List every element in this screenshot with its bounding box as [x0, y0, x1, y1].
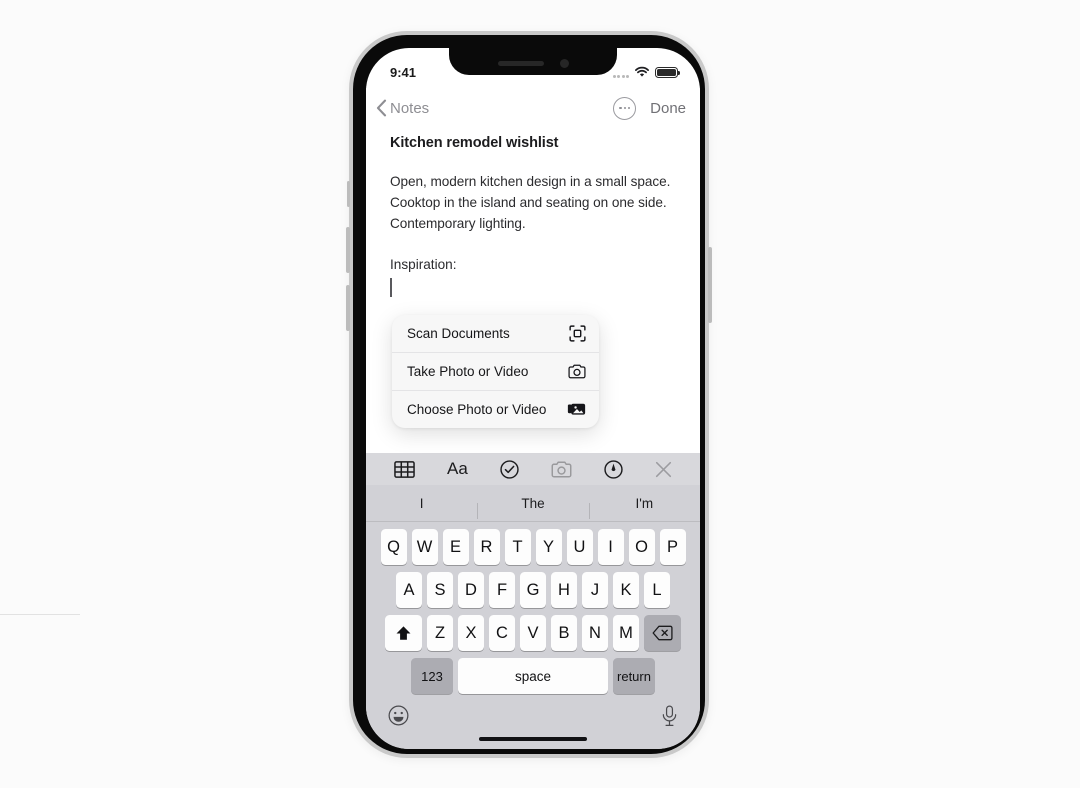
- predictive-text-bar: I The I'm: [366, 485, 700, 522]
- key-r[interactable]: R: [473, 529, 500, 565]
- key-h[interactable]: H: [551, 572, 577, 608]
- power-button[interactable]: [708, 247, 712, 323]
- key-t[interactable]: T: [504, 529, 531, 565]
- notes-format-toolbar: Aa: [366, 453, 700, 485]
- key-f[interactable]: F: [489, 572, 515, 608]
- key-u[interactable]: U: [566, 529, 593, 565]
- emoji-smiley-icon[interactable]: [388, 705, 409, 731]
- status-bar-time: 9:41: [390, 64, 417, 80]
- table-icon[interactable]: [394, 460, 415, 478]
- device-notch: [449, 48, 617, 75]
- photo-library-icon: [567, 402, 586, 417]
- key-m[interactable]: M: [613, 615, 639, 651]
- earpiece-speaker: [497, 60, 544, 66]
- menu-item-scan-documents[interactable]: Scan Documents: [392, 315, 599, 353]
- silent-switch-button[interactable]: [347, 181, 350, 207]
- key-q[interactable]: Q: [380, 529, 407, 565]
- menu-item-take-photo-or-video[interactable]: Take Photo or Video: [392, 353, 599, 391]
- menu-item-label: Take Photo or Video: [407, 364, 529, 379]
- background-divider-line: [0, 614, 80, 615]
- back-button-label: Notes: [390, 99, 430, 117]
- attachment-action-menu: Scan Documents Take Photo or Video Choos…: [392, 315, 599, 428]
- shift-key[interactable]: [385, 615, 422, 651]
- key-s[interactable]: S: [427, 572, 453, 608]
- key-b[interactable]: B: [551, 615, 577, 651]
- home-indicator[interactable]: [479, 736, 587, 741]
- text-format-icon[interactable]: Aa: [447, 459, 468, 479]
- key-n[interactable]: N: [582, 615, 608, 651]
- numbers-key[interactable]: 123: [411, 658, 453, 694]
- key-d[interactable]: D: [458, 572, 484, 608]
- phone-bezel: 9:41 Notes Done Kitchen remodel wishlist…: [353, 35, 705, 754]
- key-x[interactable]: X: [458, 615, 484, 651]
- prediction-1[interactable]: The: [477, 496, 588, 519]
- back-to-notes-button[interactable]: Notes: [376, 99, 429, 117]
- ellipsis-circle-icon[interactable]: [613, 96, 637, 120]
- key-p[interactable]: P: [659, 529, 686, 565]
- space-key[interactable]: space: [458, 658, 608, 694]
- nav-bar-actions: Done: [613, 96, 686, 120]
- battery-full-icon: [655, 67, 680, 78]
- phone-device-frame: 9:41 Notes Done Kitchen remodel wishlist…: [346, 31, 712, 758]
- navigation-bar: Notes Done: [366, 88, 700, 128]
- keyboard-row-1: Q W E R T Y U I O P: [366, 529, 700, 565]
- backspace-icon: [652, 625, 673, 641]
- camera-icon[interactable]: [551, 461, 572, 478]
- keyboard-row-2: A S D F G H J K L: [366, 572, 700, 608]
- key-i[interactable]: I: [597, 529, 624, 565]
- scan-documents-icon: [569, 325, 586, 342]
- microphone-icon[interactable]: [661, 704, 678, 732]
- volume-down-button[interactable]: [346, 285, 350, 331]
- wifi-icon: [635, 66, 649, 77]
- key-g[interactable]: G: [520, 572, 546, 608]
- note-title: Kitchen remodel wishlist: [390, 135, 559, 151]
- menu-item-choose-photo-or-video[interactable]: Choose Photo or Video: [392, 391, 599, 428]
- close-icon[interactable]: [655, 461, 672, 478]
- onscreen-keyboard: I The I'm Q W E R T Y U I O P A S D F G …: [366, 485, 700, 749]
- keyboard-bottom-bar: [366, 694, 700, 734]
- return-key[interactable]: return: [613, 658, 655, 694]
- key-w[interactable]: W: [411, 529, 438, 565]
- status-bar-indicators: [612, 66, 680, 78]
- key-z[interactable]: Z: [427, 615, 453, 651]
- signal-dots-icon: [612, 75, 629, 78]
- phone-screen: 9:41 Notes Done Kitchen remodel wishlist…: [366, 48, 700, 749]
- key-l[interactable]: L: [644, 572, 670, 608]
- key-k[interactable]: K: [613, 572, 639, 608]
- done-button[interactable]: Done: [650, 100, 686, 117]
- checklist-icon[interactable]: [500, 459, 519, 479]
- prediction-2[interactable]: I'm: [588, 496, 700, 519]
- menu-item-label: Scan Documents: [407, 326, 510, 341]
- prediction-0[interactable]: I: [366, 496, 477, 511]
- shift-up-icon: [396, 625, 411, 640]
- note-content: Kitchen remodel wishlist Open, modern ki…: [366, 128, 700, 297]
- key-j[interactable]: J: [582, 572, 608, 608]
- keyboard-row-3: Z X C V B N M: [366, 615, 700, 651]
- chevron-left-icon: [376, 99, 387, 117]
- screenshot-root: 9:41 Notes Done Kitchen remodel wishlist…: [0, 0, 1080, 788]
- key-o[interactable]: O: [628, 529, 655, 565]
- key-a[interactable]: A: [396, 572, 422, 608]
- front-camera-icon: [559, 58, 569, 68]
- keyboard-row-4: 123 space return: [366, 658, 700, 694]
- key-c[interactable]: C: [489, 615, 515, 651]
- backspace-key[interactable]: [644, 615, 681, 651]
- note-paragraph[interactable]: Open, modern kitchen design in a small s…: [390, 171, 678, 234]
- markup-pen-icon[interactable]: [604, 459, 623, 479]
- key-y[interactable]: Y: [535, 529, 562, 565]
- menu-item-label: Choose Photo or Video: [407, 402, 547, 417]
- camera-icon: [568, 364, 586, 379]
- note-inspiration-label[interactable]: Inspiration:: [390, 254, 678, 275]
- volume-up-button[interactable]: [346, 227, 350, 273]
- key-v[interactable]: V: [520, 615, 546, 651]
- text-cursor-caret: [390, 278, 392, 297]
- key-e[interactable]: E: [442, 529, 469, 565]
